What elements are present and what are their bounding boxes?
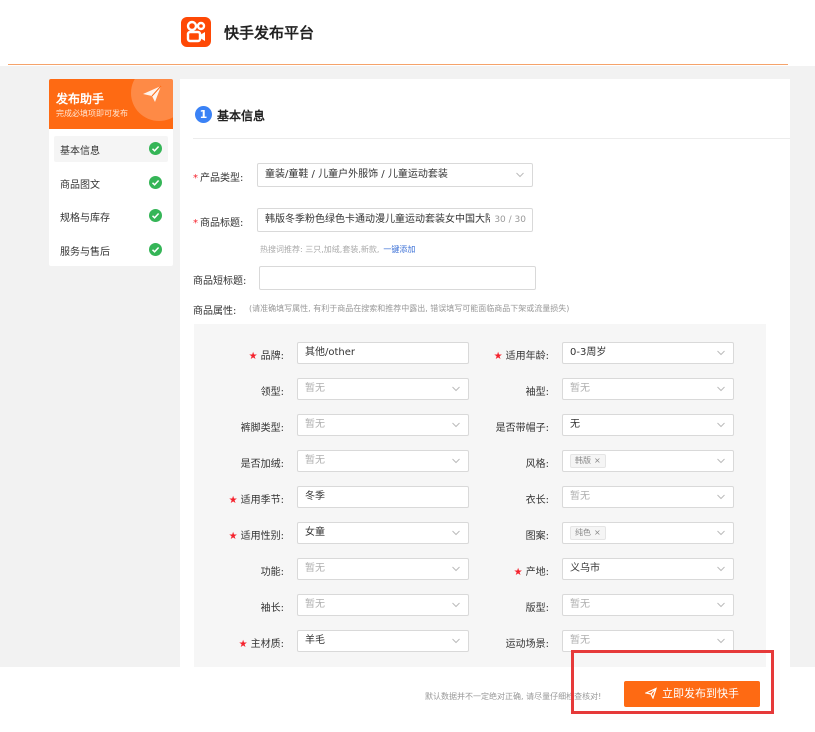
season-label: ★ 适用季节:	[228, 495, 284, 506]
footer-bar: 默认数据并不一定绝对正确, 请尽量仔细检查核对! 立即发布到快手	[0, 650, 815, 732]
attributes-note: (请准确填写属性, 有利于商品在搜索和推荐中露出, 错误填写可能面临商品下架或流…	[249, 304, 570, 313]
publish-assistant-sidebar: 发布助手 完成必填项即可发布 基本信息 商品图文 规格与库存 服务与售后	[49, 79, 173, 266]
sidebar-item-label: 基本信息	[60, 146, 100, 157]
sleeve-type-select[interactable]: 暂无	[562, 378, 734, 400]
chevron-down-icon	[717, 566, 725, 572]
sidebar-item-label: 商品图文	[60, 180, 100, 191]
pattern-select[interactable]: 纯色 ×	[562, 522, 734, 544]
product-title-input[interactable]: 韩版冬季粉色绿色卡通动漫儿童运动套装女中国大陆 30 / 30	[257, 208, 533, 232]
sport-scene-select[interactable]: 暂无	[562, 630, 734, 652]
chevron-down-icon	[717, 494, 725, 500]
remove-tag-icon[interactable]: ×	[594, 456, 601, 465]
sidebar-subtitle: 完成必填项即可发布	[56, 109, 128, 118]
chevron-down-icon	[717, 602, 725, 608]
fit-select[interactable]: 暂无	[562, 594, 734, 616]
sidebar-item-service[interactable]: 服务与售后	[54, 237, 168, 263]
check-icon	[149, 176, 162, 189]
season-select[interactable]: 冬季	[297, 486, 469, 508]
style-label: 风格:	[525, 459, 549, 470]
pattern-tag: 纯色 ×	[570, 526, 606, 540]
hood-label: 是否带帽子:	[495, 423, 549, 434]
app-title: 快手发布平台	[224, 24, 315, 42]
check-icon	[149, 243, 162, 256]
product-type-label: * 产品类型:	[193, 173, 244, 184]
length-label: 衣长:	[525, 495, 549, 506]
hood-select[interactable]: 无	[562, 414, 734, 436]
brand-label: ★ 品牌:	[248, 351, 284, 362]
style-select[interactable]: 韩版 ×	[562, 450, 734, 472]
pattern-label: 图案:	[525, 531, 549, 542]
sleeve-length-select[interactable]: 暂无	[297, 594, 469, 616]
gender-select[interactable]: 女童	[297, 522, 469, 544]
hot-words-hint: 热搜词推荐: 三只,加绒,套装,新款, 一键添加	[260, 245, 416, 254]
gender-label: ★ 适用性别:	[228, 531, 284, 542]
section-divider	[193, 138, 790, 139]
paper-plane-icon	[143, 85, 162, 102]
top-bar: 快手发布平台	[0, 0, 815, 66]
chevron-down-icon	[717, 386, 725, 392]
sidebar-item-label: 服务与售后	[60, 247, 110, 258]
product-title-label: * 商品标题:	[193, 218, 244, 229]
chevron-down-icon	[717, 458, 725, 464]
header-divider	[8, 64, 788, 65]
fit-label: 版型:	[525, 603, 549, 614]
chevron-down-icon	[717, 422, 725, 428]
chevron-down-icon	[717, 638, 725, 644]
origin-select[interactable]: 义乌市	[562, 558, 734, 580]
age-label: ★ 适用年龄:	[493, 351, 549, 362]
sidebar-title: 发布助手	[56, 92, 105, 106]
material-select[interactable]: 羊毛	[297, 630, 469, 652]
attributes-label: 商品属性:	[193, 306, 237, 317]
material-label: ★ 主材质:	[238, 639, 284, 650]
style-tag: 韩版 ×	[570, 454, 606, 468]
brand-select[interactable]: 其他/other	[297, 342, 469, 364]
sport-scene-label: 运动场景:	[505, 639, 549, 650]
remove-tag-icon[interactable]: ×	[594, 528, 601, 537]
step-number-badge: 1	[195, 106, 212, 123]
function-select[interactable]: 暂无	[297, 558, 469, 580]
attributes-panel: ★ 品牌: 其他/other ★ 适用年龄: 0-3周岁 领型: 暂无 袖型: 暂无…	[194, 324, 766, 667]
hem-select[interactable]: 暂无	[297, 414, 469, 436]
sidebar-item-basic-info[interactable]: 基本信息	[54, 136, 168, 162]
velvet-select[interactable]: 暂无	[297, 450, 469, 472]
char-counter: 30 / 30	[490, 209, 526, 231]
main-form-panel: 1 基本信息 * 产品类型: 童装/童鞋 / 儿童户外服饰 / 儿童运动套装 * 商…	[180, 79, 790, 667]
sidebar-item-spec-stock[interactable]: 规格与库存	[54, 203, 168, 229]
collar-label: 领型:	[260, 387, 284, 398]
hem-label: 裤脚类型:	[240, 423, 284, 434]
product-type-select[interactable]: 童装/童鞋 / 儿童户外服饰 / 儿童运动套装	[257, 163, 533, 187]
origin-label: ★ 产地:	[513, 567, 549, 578]
highlight-box	[571, 650, 774, 714]
chevron-down-icon	[717, 350, 725, 356]
function-label: 功能:	[260, 567, 284, 578]
sleeve-length-label: 袖长:	[260, 603, 284, 614]
sidebar-header: 发布助手 完成必填项即可发布	[49, 79, 173, 129]
length-select[interactable]: 暂无	[562, 486, 734, 508]
chevron-down-icon	[717, 530, 725, 536]
sidebar-item-images[interactable]: 商品图文	[54, 170, 168, 196]
section-title: 基本信息	[217, 109, 266, 123]
check-icon	[149, 209, 162, 222]
age-select[interactable]: 0-3周岁	[562, 342, 734, 364]
one-click-add-link[interactable]: 一键添加	[383, 245, 415, 254]
short-title-input[interactable]	[259, 266, 536, 290]
sidebar-item-label: 规格与库存	[60, 213, 110, 224]
kuaishou-logo-icon	[181, 17, 211, 47]
check-icon	[149, 142, 162, 155]
chevron-down-icon	[516, 172, 524, 178]
velvet-label: 是否加绒:	[240, 459, 284, 470]
collar-select[interactable]: 暂无	[297, 378, 469, 400]
sleeve-type-label: 袖型:	[525, 387, 549, 398]
short-title-label: 商品短标题:	[193, 276, 247, 287]
